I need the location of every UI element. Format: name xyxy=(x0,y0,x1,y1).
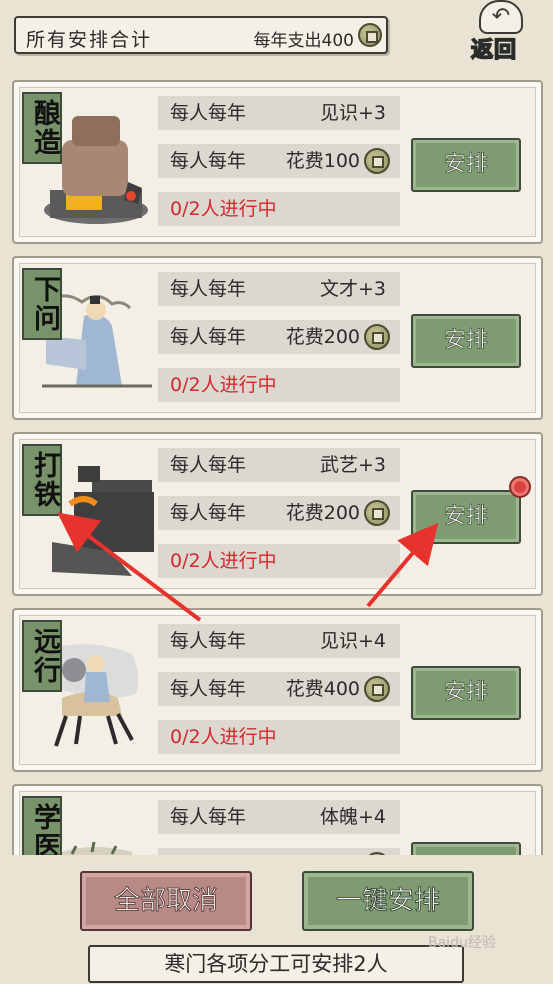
coin-icon xyxy=(364,324,390,350)
card-medicine: 学医 每人每年 体魄+4 xyxy=(12,784,543,855)
status-row: 0/2人进行中 xyxy=(158,720,400,754)
benefit-row: 每人每年 见识+4 xyxy=(158,624,400,658)
notification-dot xyxy=(509,476,531,498)
card-tag: 酿造 xyxy=(22,92,62,164)
watermark: Baidu经验 xyxy=(428,935,496,951)
status-row: 0/2人进行中 xyxy=(158,544,400,578)
back-button[interactable]: ↶ 返回 xyxy=(469,0,535,64)
back-arrow-icon: ↶ xyxy=(479,0,523,34)
annual-cost: 每年支出400 xyxy=(253,31,354,51)
bottom-bar: 全部取消 一键安排 寒门各项分工可安排2人 xyxy=(0,855,553,984)
auto-arrange-button[interactable]: 一键安排 xyxy=(302,871,474,931)
coin-icon xyxy=(358,23,382,47)
coin-icon xyxy=(364,676,390,702)
arrange-button[interactable]: 安排 xyxy=(411,666,521,720)
coin-icon xyxy=(364,500,390,526)
coin-icon xyxy=(364,148,390,174)
benefit-row: 每人每年 武艺+3 xyxy=(158,448,400,482)
summary-title: 所有安排合计 xyxy=(26,29,153,51)
arrange-button[interactable]: 安排 xyxy=(411,490,521,544)
arrange-button[interactable]: 安排 xyxy=(411,138,521,192)
card-tag: 远行 xyxy=(22,620,62,692)
cost-row: 每人每年 花费100 xyxy=(158,144,400,178)
cancel-all-button[interactable]: 全部取消 xyxy=(80,871,252,931)
card-inquiry: 下问 每人每年 文才+3 每人每年 花费200 0/2人进行中 安排 xyxy=(12,256,543,420)
card-tag: 下问 xyxy=(22,268,62,340)
card-brewing: 酿造 每人每年 见识+3 每人每年 花费100 0/2人进行中 安排 xyxy=(12,80,543,244)
back-label: 返回 xyxy=(470,37,518,64)
footer-note: 寒门各项分工可安排2人 xyxy=(88,945,464,983)
cost-row: 每人每年 花费200 xyxy=(158,320,400,354)
cost-row: 每人每年 花费200 xyxy=(158,496,400,530)
card-blacksmith: 打铁 每人每年 武艺+3 每人每年 花费200 0/2人进行中 安排 xyxy=(12,432,543,596)
arrange-button[interactable]: 安排 xyxy=(411,314,521,368)
arrange-button[interactable] xyxy=(411,842,521,855)
card-tag: 学医 xyxy=(22,796,62,855)
benefit-row: 每人每年 见识+3 xyxy=(158,96,400,130)
cost-row xyxy=(158,848,400,855)
benefit-row: 每人每年 文才+3 xyxy=(158,272,400,306)
status-row: 0/2人进行中 xyxy=(158,192,400,226)
card-travel: 远行 每人每年 见识+4 每人每年 花费400 0/2人进行中 安排 xyxy=(12,608,543,772)
arrangement-list[interactable]: 酿造 每人每年 见识+3 每人每年 花费100 0/2人进行中 安排 下问 每人… xyxy=(0,0,553,855)
benefit-row: 每人每年 体魄+4 xyxy=(158,800,400,834)
card-tag: 打铁 xyxy=(22,444,62,516)
status-row: 0/2人进行中 xyxy=(158,368,400,402)
cost-row: 每人每年 花费400 xyxy=(158,672,400,706)
summary-bar: 所有安排合计 每年支出400 xyxy=(14,16,388,54)
